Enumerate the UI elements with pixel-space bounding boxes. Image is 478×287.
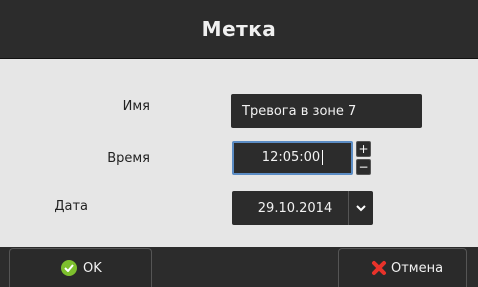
- name-label: Имя: [122, 99, 150, 114]
- time-value: 12:05:00: [261, 150, 321, 165]
- text-caret: [322, 150, 324, 165]
- dialog-title: Метка: [201, 17, 277, 41]
- chevron-down-icon[interactable]: [348, 191, 373, 225]
- time-field[interactable]: 12:05:00: [232, 141, 353, 175]
- dialog-window: Метка Имя Тревога в зоне 7 Время 12:05:0…: [0, 0, 478, 287]
- time-decrement-button[interactable]: −: [356, 159, 371, 175]
- red-x-icon: [371, 260, 387, 276]
- name-value: Тревога в зоне 7: [242, 104, 357, 119]
- date-label: Дата: [54, 199, 88, 214]
- check-circle-icon: [61, 260, 77, 276]
- ok-button[interactable]: OK: [9, 248, 152, 287]
- date-dropdown[interactable]: 29.10.2014: [232, 191, 373, 225]
- button-bar: OK Отмена: [0, 247, 478, 287]
- time-label: Время: [107, 151, 150, 166]
- time-increment-button[interactable]: +: [356, 141, 371, 157]
- ok-label: OK: [83, 260, 102, 276]
- title-bar: Метка: [0, 0, 478, 59]
- date-value: 29.10.2014: [257, 200, 333, 216]
- cancel-label: Отмена: [391, 260, 444, 276]
- cancel-button[interactable]: Отмена: [338, 248, 467, 287]
- name-field[interactable]: Тревога в зоне 7: [231, 94, 422, 128]
